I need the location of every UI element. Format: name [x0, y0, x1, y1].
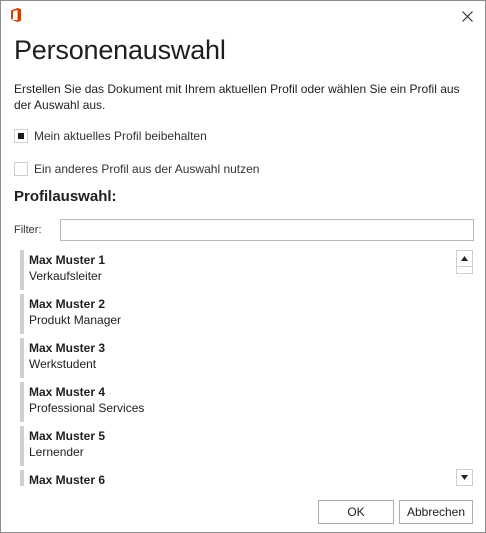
ok-button[interactable]: OK: [318, 500, 394, 524]
close-icon: [461, 10, 473, 22]
scroll-down-button[interactable]: [456, 469, 473, 486]
profile-name: Max Muster 3: [29, 341, 106, 355]
profile-list-item[interactable]: Max Muster 5 Lernender: [20, 426, 452, 466]
profile-name: Max Muster 5: [29, 429, 106, 443]
profile-role: Professional Services: [29, 401, 145, 415]
profile-name: Max Muster 1: [29, 253, 106, 267]
option-keep-current-profile[interactable]: Mein aktuelles Profil beibehalten: [14, 129, 207, 143]
office-app-icon: [10, 8, 22, 22]
option-radio-unselected[interactable]: [14, 162, 28, 176]
profile-list-item[interactable]: Max Muster 4 Professional Services: [20, 382, 452, 422]
dialog-description: Erstellen Sie das Dokument mit Ihrem akt…: [14, 82, 460, 112]
option-label: Ein anderes Profil aus der Auswahl nutze…: [34, 162, 260, 176]
profile-selection-heading: Profilauswahl:: [14, 188, 117, 205]
triangle-down-icon: [461, 475, 468, 480]
profile-role: Verkaufsleiter: [29, 269, 102, 283]
filter-input[interactable]: [60, 219, 474, 241]
cancel-button[interactable]: Abbrechen: [399, 500, 473, 524]
option-use-other-profile[interactable]: Ein anderes Profil aus der Auswahl nutze…: [14, 162, 259, 176]
profile-name: Max Muster 2: [29, 297, 106, 311]
profile-role: Werkstudent: [29, 357, 97, 371]
profile-role: Produkt Manager: [29, 313, 122, 327]
profile-role: Lernender: [29, 445, 84, 459]
filter-label: Filter:: [14, 224, 42, 236]
dialog-title: Personenauswahl: [14, 35, 226, 65]
dialog-window: Personenauswahl Erstellen Sie das Dokume…: [0, 0, 486, 533]
triangle-up-icon: [461, 256, 468, 261]
scrollbar-thumb[interactable]: [456, 267, 473, 274]
profile-name: Max Muster 6: [29, 473, 106, 486]
close-button[interactable]: [455, 5, 479, 27]
option-label: Mein aktuelles Profil beibehalten: [34, 129, 207, 143]
selected-indicator: [18, 133, 24, 139]
profile-list-scrollbar[interactable]: [456, 250, 473, 486]
profile-list-item[interactable]: Max Muster 1 Verkaufsleiter: [20, 250, 452, 290]
scroll-up-button[interactable]: [456, 250, 473, 267]
profile-list: Max Muster 1 Verkaufsleiter Max Muster 2…: [20, 250, 452, 486]
profile-list-item[interactable]: Max Muster 6: [20, 470, 452, 486]
profile-name: Max Muster 4: [29, 385, 106, 399]
profile-list-item[interactable]: Max Muster 2 Produkt Manager: [20, 294, 452, 334]
profile-list-item[interactable]: Max Muster 3 Werkstudent: [20, 338, 452, 378]
option-radio-selected[interactable]: [14, 129, 28, 143]
